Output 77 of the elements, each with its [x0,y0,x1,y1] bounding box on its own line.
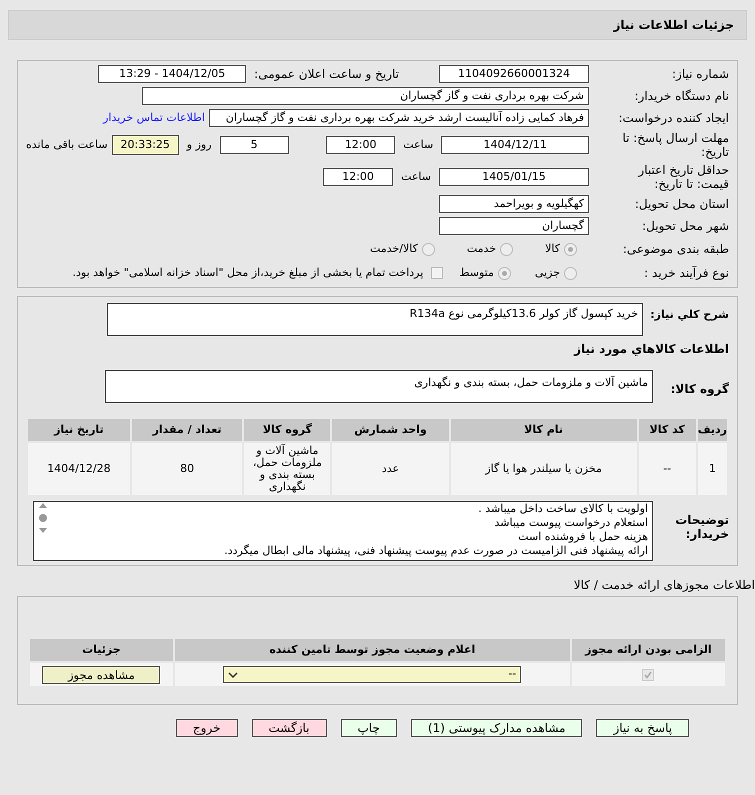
field-label: ایجاد کننده درخواست: [617,111,729,125]
section-title: اطلاعات کالاهاي مورد نياز [572,341,729,358]
radio-button[interactable] [498,266,511,280]
days-field: 5 [220,136,289,154]
column-header: گروه کالا [243,418,332,442]
field-label: طبقه بندی موضوعی: [622,242,729,256]
table-cell: 1 [696,442,728,496]
days-label: روز و [186,136,212,153]
column-header: اعلام وضعیت مجوز توسط تامین کننده [174,638,571,662]
column-header: واحد شمارش [331,418,450,442]
checkbox[interactable] [642,668,654,680]
city-field: گچساران [439,217,589,235]
column-header: جزئیات [29,638,174,662]
field-label: مهلت ارسال پاسخ: تا تاریخ: [621,131,729,159]
remaining-label: ساعت باقی مانده [26,136,108,153]
column-header: تعداد / مقدار [130,418,244,442]
radio-label: کالا [545,240,560,257]
note-line: ارائه پیشنهاد فنی الزامیست در صورت عدم پیوست پیشنهاد فنی، پیشنهاد مالی ابطال میگردد. [223,544,648,558]
status-dropdown[interactable]: -- [223,666,522,683]
field-label: استان محل تحویل: [634,197,729,211]
province-field: کهگیلویه و بویراحمد [439,195,589,213]
radio-button[interactable] [564,242,577,256]
field-label: توضیحات خریدار: [674,513,729,541]
table-cell: 1404/12/28 [27,442,131,496]
radio-label: متوسط [459,264,494,281]
table-cell: عدد [331,442,450,496]
column-header: کد کالا [638,418,697,442]
field-label: گروه کالا: [670,381,729,398]
treasury-label: پرداخت تمام یا بخشی از مبلغ خرید،از محل "اسناد خزانه اسلامی" خواهد بود. [72,264,424,281]
checkbox[interactable] [431,267,444,279]
field-label: نام دستگاه خریدار: [634,89,729,103]
table-cell: 80 [130,442,244,496]
radio-button[interactable] [422,242,435,256]
column-header: تاریخ نیاز [27,418,131,442]
action-button[interactable]: پاسخ به نیاز [596,719,690,737]
time-label: ساعت [403,136,434,153]
field-label: شماره نیاز: [671,67,729,81]
radio-label: کالا/خدمت [370,240,418,257]
action-button[interactable]: مشاهده مدارک پیوستی (1) [410,719,582,737]
time-label: ساعت [401,168,431,185]
creator-field: فرهاد کمایی زاده آنالیست ارشد خرید شرکت بهره برداری نفت و گاز گچساران [209,109,589,127]
page-header: جزئیات اطلاعات نیاز [8,10,747,40]
need-number-field: 1104092660001324 [439,65,589,83]
contact-link[interactable]: اطلاعات تماس خریدار [103,110,205,126]
radio-button[interactable] [500,242,514,256]
action-button[interactable]: خروج [176,719,238,737]
radio-label: خدمت [466,240,496,257]
column-header: الزامی بودن ارائه مجوز [570,638,726,662]
remaining-time-field: 20:33:25 [112,135,179,155]
table-cell: ماشین آلات و ملزومات حمل، بسته بندی و نگهداری [243,442,332,496]
note-line: اولویت با کالای ساخت داخل میباشد . [477,502,648,516]
goods-group-field: ماشین آلات و ملزومات حمل، بسته بندی و نگهداری [105,370,653,403]
deadline-time-field: 12:00 [326,136,396,154]
field-label: حداقل تاریخ اعتبار قیمت: تا تاریخ: [636,163,729,191]
chevron-down-icon [228,672,238,678]
column-header: ردیف [696,418,728,442]
table-cell: مخزن یا سیلندر هوا یا گاز [450,442,638,496]
action-button[interactable]: چاپ [340,719,397,737]
column-header: نام کالا [450,418,638,442]
summary-field: خرید کپسول گاز کولر 13.6کیلوگرمی نوع R134a [107,303,643,336]
section-title: اطلاعات مجوزهای ارائه خدمت / کالا [572,577,755,594]
note-line: استعلام درخواست پیوست میباشد [494,516,648,530]
radio-button[interactable] [564,266,577,280]
buyer-field: شرکت بهره برداری نفت و گاز گچساران [142,87,589,105]
field-label: نوع فرآیند خرید : [643,266,729,280]
validity-time-field: 12:00 [323,168,394,186]
deadline-date-field: 1404/12/11 [441,136,590,154]
note-line: هزینه حمل با فروشنده است [517,530,648,544]
field-label: شرح کلي نياز: [649,307,729,323]
view-permit-button[interactable]: مشاهده مجوز [42,666,160,684]
field-label: تاریخ و ساعت اعلان عمومی: [254,67,399,81]
action-button[interactable]: بازگشت [252,719,326,737]
field-label: شهر محل تحویل: [641,219,729,233]
announce-date-field: 1404/12/05 - 13:29 [98,65,246,83]
validity-date-field: 1405/01/15 [439,168,589,186]
table-cell: -- [638,442,697,496]
radio-label: جزیی [534,264,560,281]
